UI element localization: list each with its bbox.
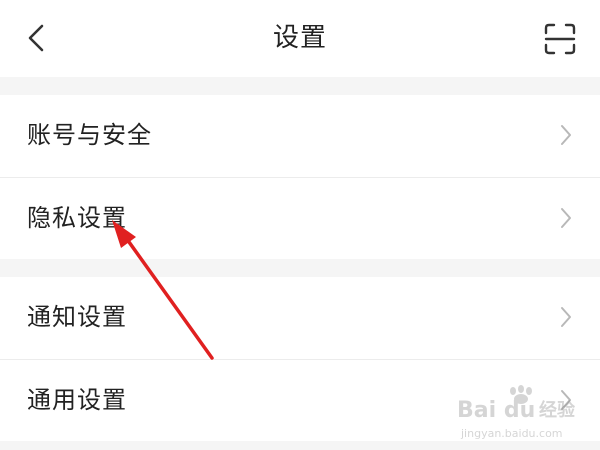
scan-icon: [544, 23, 576, 55]
settings-item-account-security[interactable]: 账号与安全: [0, 95, 600, 176]
page-title: 设置: [272, 23, 327, 53]
chevron-right-icon: [561, 125, 571, 145]
chevron-right-icon: [561, 208, 571, 228]
settings-item-label: 通知设置: [27, 303, 127, 331]
chevron-right-icon: [561, 390, 571, 410]
settings-item-general[interactable]: 通用设置: [0, 360, 600, 441]
settings-item-label: 通用设置: [27, 386, 127, 414]
settings-item-privacy[interactable]: 隐私设置: [0, 178, 600, 259]
chevron-right-icon: [561, 307, 571, 327]
top-bar: 设置: [0, 0, 600, 77]
back-button[interactable]: [14, 18, 58, 58]
settings-item-label: 账号与安全: [27, 121, 152, 149]
settings-group-general: 通知设置 通用设置: [0, 277, 600, 441]
settings-group-account: 账号与安全 隐私设置: [0, 95, 600, 259]
chevron-left-icon: [28, 24, 44, 52]
settings-item-notifications[interactable]: 通知设置: [0, 277, 600, 358]
scan-button[interactable]: [538, 17, 582, 61]
settings-item-label: 隐私设置: [27, 204, 127, 232]
